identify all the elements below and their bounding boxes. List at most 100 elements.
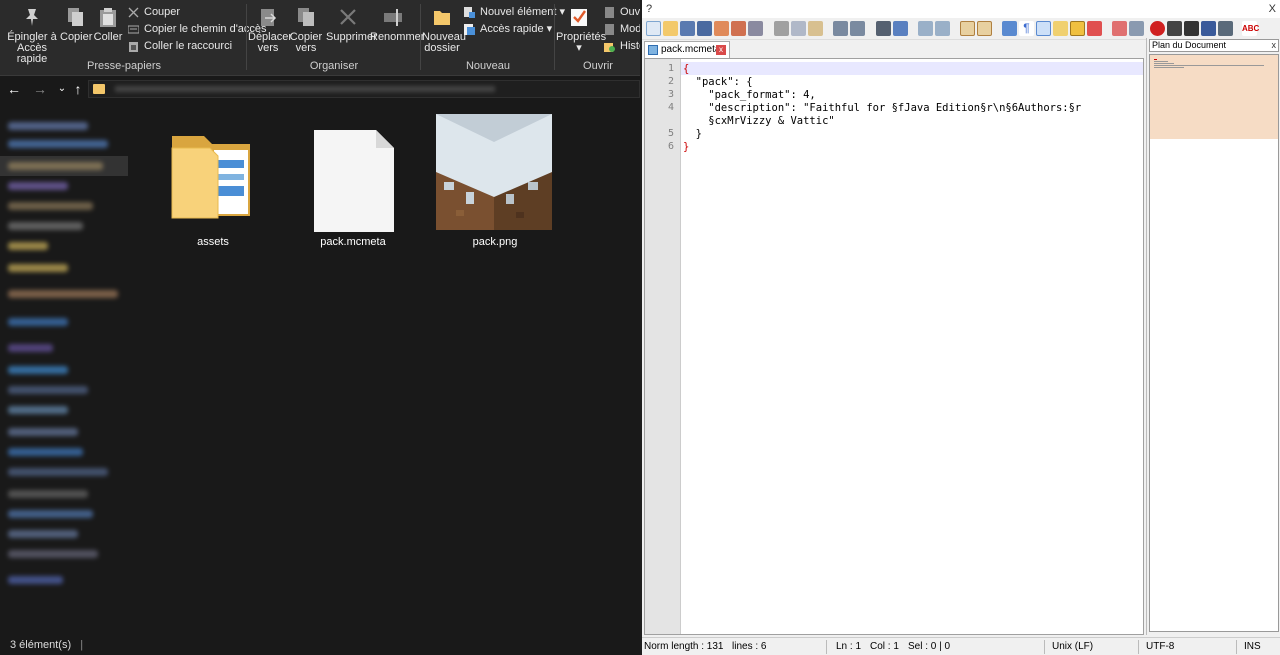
replace-icon[interactable]	[893, 21, 908, 36]
new-item-button[interactable]: Nouvel élément ▾	[464, 4, 565, 20]
history-button[interactable]: Histor	[604, 38, 640, 54]
navigation-item[interactable]	[8, 406, 68, 414]
navigation-item[interactable]	[8, 366, 68, 374]
pin-quick-access-button[interactable]: Épingler à Accès rapide	[4, 4, 60, 65]
print-icon[interactable]	[748, 21, 763, 36]
close-tab-icon[interactable]: x	[716, 45, 726, 55]
help-menu[interactable]: ?	[646, 3, 652, 15]
navigation-item[interactable]	[8, 344, 53, 352]
navigation-item[interactable]	[8, 490, 88, 498]
close-all-icon[interactable]	[731, 21, 746, 36]
navigation-item[interactable]	[8, 182, 68, 190]
recent-locations-chevron-icon[interactable]: ⌄	[54, 80, 70, 98]
file-item-folder[interactable]: assets	[154, 112, 272, 248]
save-macro-icon[interactable]	[1218, 21, 1233, 36]
cut-button[interactable]: Couper	[128, 4, 180, 20]
navigation-item[interactable]	[8, 576, 63, 584]
navigation-item[interactable]	[8, 428, 78, 436]
tab-pack-mcmeta[interactable]: pack.mcmeta x	[644, 41, 730, 58]
document-icon	[294, 112, 412, 238]
word-wrap-icon[interactable]	[1002, 21, 1017, 36]
save-all-icon[interactable]	[697, 21, 712, 36]
line-ending[interactable]: Unix (LF)	[1052, 641, 1093, 652]
sync-vertical-icon[interactable]	[960, 21, 975, 36]
navigation-item[interactable]	[8, 448, 83, 456]
cursor-column: Col : 1	[870, 641, 899, 652]
monitoring-icon[interactable]	[1112, 21, 1127, 36]
navigation-item[interactable]	[8, 162, 103, 170]
document-map-icon[interactable]	[1053, 21, 1068, 36]
navigation-item[interactable]	[8, 510, 93, 518]
paste-shortcut-label: Coller le raccourci	[144, 40, 233, 52]
indent-guide-icon[interactable]	[1036, 21, 1051, 36]
function-list-icon[interactable]	[1070, 21, 1085, 36]
sync-horizontal-icon[interactable]	[977, 21, 992, 36]
copy-button[interactable]: Copier	[60, 4, 92, 43]
cut-icon[interactable]	[774, 21, 789, 36]
open-file-icon[interactable]	[663, 21, 678, 36]
navigation-item[interactable]	[8, 242, 48, 250]
record-macro-icon[interactable]	[1150, 21, 1165, 36]
paste-button[interactable]: Coller	[93, 4, 123, 43]
rename-icon	[382, 6, 404, 28]
navigation-item[interactable]	[8, 550, 98, 558]
paste-icon[interactable]	[808, 21, 823, 36]
close-file-icon[interactable]	[714, 21, 729, 36]
open-button[interactable]: Ouvri	[604, 4, 640, 20]
code-editor[interactable]: 1 2 3 4 5 6 { "pack": { "pack_format": 4…	[644, 58, 1144, 635]
close-document-button[interactable]: X	[1269, 3, 1276, 15]
rename-button[interactable]: Renommer	[370, 4, 424, 43]
encoding[interactable]: UTF-8	[1146, 641, 1174, 652]
copy-icon[interactable]	[791, 21, 806, 36]
document-map-view[interactable]	[1149, 54, 1279, 632]
back-arrow-icon[interactable]: ←	[6, 80, 22, 98]
preview-icon[interactable]	[1129, 21, 1144, 36]
zoom-out-icon[interactable]	[935, 21, 950, 36]
spell-check-icon[interactable]: ABC	[1242, 21, 1259, 36]
redo-icon[interactable]	[850, 21, 865, 36]
navigation-item[interactable]	[8, 386, 88, 394]
move-to-button[interactable]: Déplacer vers	[248, 4, 292, 54]
document-map-viewport[interactable]	[1150, 55, 1278, 139]
play-macro-icon[interactable]	[1184, 21, 1199, 36]
save-icon[interactable]	[680, 21, 695, 36]
folder-workspace-icon[interactable]	[1087, 21, 1102, 36]
quick-access-button[interactable]: Accès rapide ▾	[464, 21, 552, 37]
navigation-item[interactable]	[8, 530, 78, 538]
navigation-item[interactable]	[8, 140, 108, 148]
zoom-in-icon[interactable]	[918, 21, 933, 36]
copy-to-button[interactable]: Copier vers	[288, 4, 324, 54]
address-input[interactable]	[88, 80, 640, 98]
forward-arrow-icon[interactable]: →	[32, 80, 48, 98]
scissors-icon	[128, 7, 139, 18]
stop-macro-icon[interactable]	[1167, 21, 1182, 36]
paste-shortcut-button[interactable]: Coller le raccourci	[128, 38, 232, 54]
close-panel-icon[interactable]: x	[1272, 40, 1277, 51]
new-item-icon	[464, 7, 475, 18]
new-file-icon[interactable]	[646, 21, 661, 36]
navigation-item[interactable]	[8, 264, 68, 272]
line-number: 4	[667, 102, 674, 113]
paste-icon	[97, 6, 119, 28]
up-arrow-icon[interactable]: ↑	[70, 80, 86, 98]
run-macro-multiple-icon[interactable]	[1201, 21, 1216, 36]
find-icon[interactable]	[876, 21, 891, 36]
file-item-document[interactable]: pack.mcmeta	[294, 112, 412, 248]
navigation-item[interactable]	[8, 318, 68, 326]
delete-button[interactable]: Supprimer	[326, 4, 377, 43]
undo-icon[interactable]	[833, 21, 848, 36]
file-item-image[interactable]: pack.png	[436, 112, 554, 248]
navigation-item[interactable]	[8, 468, 108, 476]
navigation-item[interactable]	[8, 290, 118, 298]
properties-button[interactable]: Propriétés ▾	[556, 4, 606, 54]
navigation-item[interactable]	[8, 122, 88, 130]
insert-mode: INS	[1244, 641, 1261, 652]
code-text-area[interactable]: { "pack": { "pack_format": 4, "descripti…	[681, 59, 1143, 634]
chevron-down-icon: ▾	[576, 42, 582, 54]
navigation-item[interactable]	[8, 222, 83, 230]
navigation-item[interactable]	[8, 202, 93, 210]
line-count: lines : 6	[732, 641, 767, 652]
show-all-characters-icon[interactable]: ¶	[1019, 21, 1034, 36]
edit-button[interactable]: Modi	[604, 21, 640, 37]
new-folder-button[interactable]: Nouveau dossier	[422, 4, 466, 54]
